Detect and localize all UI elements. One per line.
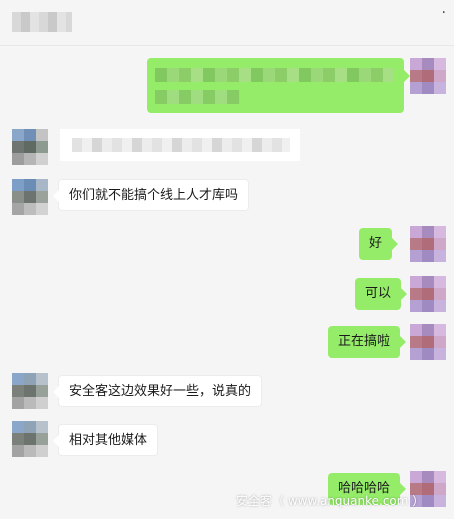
- contact-avatar[interactable]: [12, 421, 48, 457]
- self-avatar[interactable]: [410, 226, 446, 262]
- watermark: 安全客（ www.anquanke.com ）: [236, 494, 425, 508]
- chat-title-redacted: [12, 12, 72, 32]
- self-avatar[interactable]: [410, 324, 446, 360]
- outgoing-message-redacted[interactable]: [147, 58, 410, 113]
- more-dots-icon[interactable]: ·: [442, 6, 446, 20]
- redacted-text: [155, 90, 240, 104]
- chat-header: ·: [0, 0, 454, 46]
- incoming-message[interactable]: 你们就不能搞个线上人才库吗: [52, 179, 250, 211]
- contact-avatar[interactable]: [12, 129, 48, 165]
- outgoing-message[interactable]: 可以: [355, 278, 408, 310]
- outgoing-message[interactable]: 正在搞啦: [328, 326, 407, 358]
- contact-avatar[interactable]: [12, 179, 48, 215]
- redacted-text: [155, 68, 393, 82]
- self-avatar[interactable]: [410, 276, 446, 312]
- outgoing-message[interactable]: 好: [359, 228, 399, 260]
- incoming-message-redacted[interactable]: [60, 129, 300, 161]
- contact-avatar[interactable]: [12, 373, 48, 409]
- incoming-message[interactable]: 相对其他媒体: [52, 424, 159, 456]
- incoming-message[interactable]: 安全客这边效果好一些，说真的: [52, 375, 263, 407]
- redacted-text: [72, 138, 290, 152]
- self-avatar[interactable]: [410, 58, 446, 94]
